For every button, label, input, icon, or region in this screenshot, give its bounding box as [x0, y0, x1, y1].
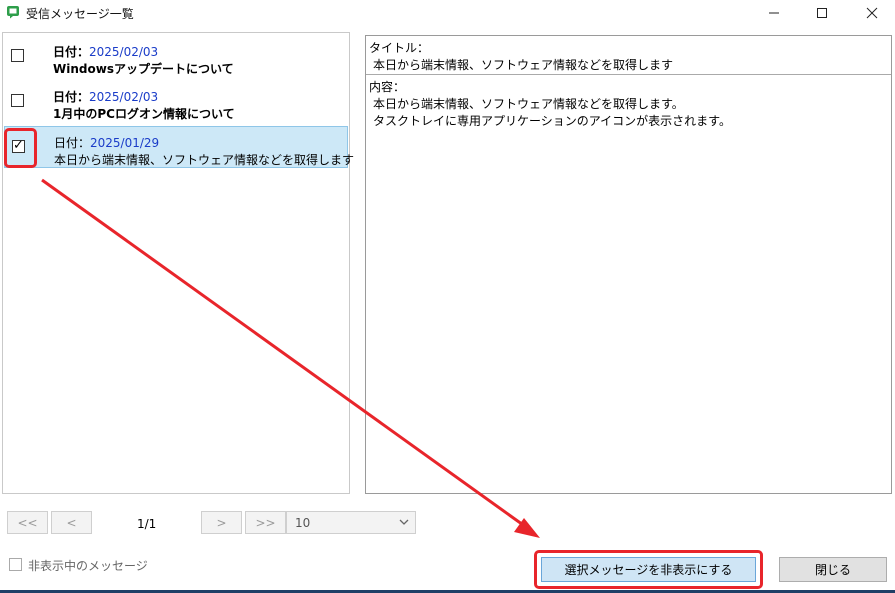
date-label: 日付：	[53, 45, 90, 59]
message-title: 本日から端末情報、ソフトウェア情報などを取得します	[54, 153, 355, 167]
detail-title-value: 本日から端末情報、ソフトウェア情報などを取得します	[373, 58, 674, 72]
message-list[interactable]: 日付：2025/02/03 Windowsアップデートについて 日付：2025/…	[2, 32, 354, 494]
date-label: 日付：	[53, 90, 90, 104]
maximize-button[interactable]	[799, 0, 845, 26]
hide-selected-button[interactable]: 選択メッセージを非表示にする	[541, 557, 756, 582]
date-label: 日付：	[54, 136, 91, 150]
detail-content-label: 内容：	[369, 80, 406, 94]
detail-title-label: タイトル：	[369, 41, 430, 55]
page-size-select[interactable]: 10	[286, 511, 416, 534]
message-checkbox[interactable]	[11, 94, 24, 107]
chevron-down-icon	[399, 519, 409, 525]
next-page-button[interactable]: >	[201, 511, 242, 534]
message-title: Windowsアップデートについて	[53, 62, 234, 76]
message-checkbox-checked[interactable]	[12, 138, 25, 153]
maximize-icon	[817, 8, 827, 18]
minimize-icon	[769, 12, 779, 14]
close-icon	[866, 7, 878, 19]
message-row[interactable]: 日付：2025/02/03 1月中のPCログオン情報について	[3, 81, 349, 123]
message-row-selected[interactable]: 日付：2025/01/29 本日から端末情報、ソフトウェア情報などを取得します	[4, 126, 354, 168]
minimize-button[interactable]	[751, 0, 797, 26]
show-hidden-label: 非表示中のメッセージ	[28, 559, 148, 573]
close-button[interactable]: 閉じる	[779, 557, 887, 582]
message-checkbox[interactable]	[11, 49, 24, 62]
first-page-button[interactable]: <<	[7, 511, 48, 534]
detail-content-line: 本日から端末情報、ソフトウェア情報などを取得します。	[373, 97, 684, 111]
last-page-button[interactable]: >>	[245, 511, 286, 534]
detail-content-line: タスクトレイに専用アプリケーションのアイコンが表示されます。	[373, 114, 731, 128]
page-info: 1/1	[137, 517, 157, 531]
message-date-line: 日付：2025/01/29	[54, 134, 159, 151]
page-size-value: 10	[295, 516, 311, 530]
message-app-icon	[7, 6, 19, 19]
message-title: 1月中のPCログオン情報について	[53, 107, 235, 121]
detail-title-box: タイトル： 本日から端末情報、ソフトウェア情報などを取得します	[366, 36, 891, 75]
prev-page-button[interactable]: <	[51, 511, 92, 534]
title-bar: 受信メッセージ一覧	[0, 0, 895, 26]
message-date-line: 日付：2025/02/03	[53, 43, 158, 60]
message-date: 2025/02/03	[89, 45, 159, 59]
show-hidden-checkbox[interactable]	[9, 558, 22, 571]
message-date: 2025/02/03	[89, 90, 159, 104]
message-date-line: 日付：2025/02/03	[53, 88, 158, 105]
message-detail-panel: タイトル： 本日から端末情報、ソフトウェア情報などを取得します 内容： 本日から…	[365, 35, 892, 494]
window-title: 受信メッセージ一覧	[26, 7, 134, 21]
close-window-button[interactable]	[849, 0, 895, 26]
message-date: 2025/01/29	[90, 136, 160, 150]
message-row[interactable]: 日付：2025/02/03 Windowsアップデートについて	[3, 36, 349, 78]
